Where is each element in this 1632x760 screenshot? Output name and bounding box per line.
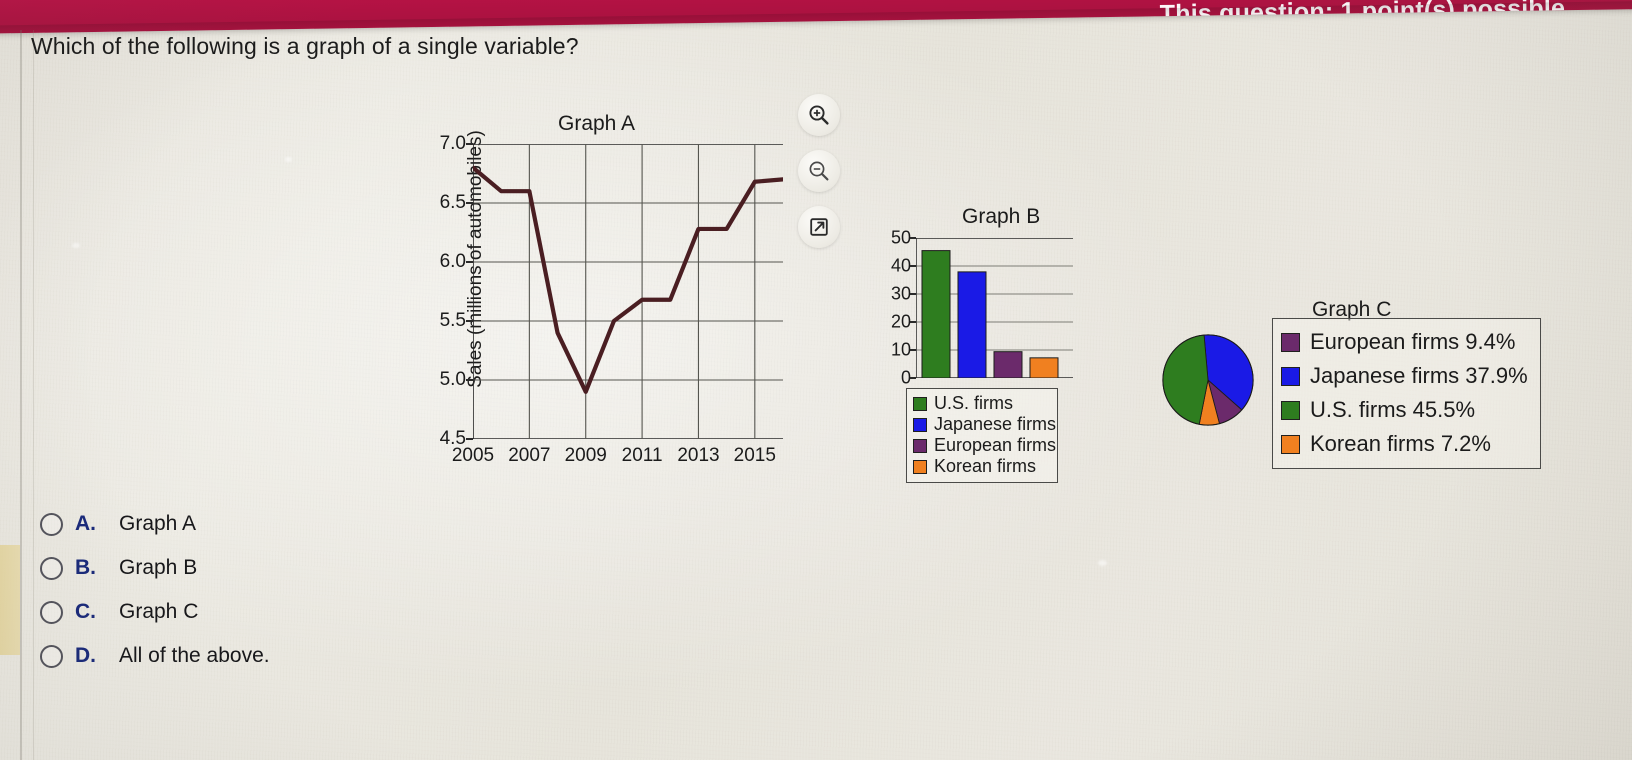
graph-a-x-tick: 2011: [621, 445, 663, 466]
answer-option-b[interactable]: B. Graph B: [40, 546, 270, 590]
graph-a: Graph A Sales (millions of automobiles) …: [410, 108, 800, 473]
graph-c-legend-item: U.S. firms 45.5%: [1281, 393, 1528, 427]
legend-color-swatch: [913, 438, 927, 453]
graph-b-y-tickmark: [910, 377, 916, 379]
legend-color-swatch: [1281, 400, 1300, 420]
graph-b-y-tick: 40: [890, 255, 911, 276]
answer-option-a[interactable]: A. Graph A: [40, 502, 270, 546]
answer-options: A. Graph A B. Graph B C. Graph C D. All of the …: [40, 502, 270, 678]
graph-b-svg: [915, 237, 1073, 379]
legend-label: European firms 9.4%: [1310, 329, 1516, 354]
graph-a-x-tick: 2005: [451, 445, 495, 466]
graph-a-y-tick: 7.0: [439, 133, 466, 154]
page-edge-tab: [0, 545, 20, 655]
legend-color-swatch: [1281, 366, 1300, 386]
zoom-in-icon: [809, 105, 829, 125]
graph-c-legend: European firms 9.4% Japanese firms 37.9% U…: [1272, 318, 1541, 469]
graph-a-y-tick: 6.0: [439, 251, 466, 272]
legend-label: European firms: [934, 435, 1057, 455]
graph-a-x-tick: 2015: [733, 445, 776, 466]
graph-a-y-tickmark: [466, 379, 473, 381]
option-letter: A.: [75, 512, 96, 535]
graph-c-pie-svg: [1162, 334, 1254, 426]
graph-a-x-tick: 2009: [564, 445, 607, 466]
graph-c-pie: [1160, 332, 1256, 428]
legend-color-swatch: [1281, 434, 1300, 454]
graph-a-svg: [470, 143, 786, 440]
zoom-in-button[interactable]: [798, 94, 840, 136]
graph-c-legend-item: European firms 9.4%: [1281, 325, 1528, 359]
graph-b-y-tickmark: [910, 321, 916, 323]
graph-a-y-tickmark: [466, 438, 473, 440]
photo-smudge: [1098, 560, 1107, 566]
legend-label: U.S. firms 45.5%: [1310, 397, 1476, 422]
answer-option-d[interactable]: D. All of the above.: [40, 634, 270, 678]
option-label: Graph C: [119, 600, 199, 623]
graph-b-y-tickmark: [910, 265, 916, 267]
legend-label: Korean firms: [934, 456, 1037, 476]
graph-b-legend: U.S. firms Japanese firms European firms Ko…: [906, 388, 1058, 483]
legend-color-swatch: [913, 459, 927, 474]
graph-c: Graph C European firms 9.4% Japanese firm…: [1150, 290, 1550, 480]
page-gutter-line: [20, 30, 22, 760]
question-text: Which of the following is a graph of a s…: [31, 33, 579, 59]
option-letter: D.: [75, 644, 96, 667]
graph-b-y-tick: 10: [890, 339, 911, 360]
graph-b-y-tick: 50: [890, 227, 911, 248]
photo-smudge: [285, 157, 292, 162]
graph-b-y-tickmark: [910, 293, 916, 295]
graph-c-legend-item: Korean firms 7.2%: [1281, 427, 1528, 461]
graph-a-y-tickmark: [466, 320, 473, 322]
legend-color-swatch: [913, 417, 927, 432]
graph-a-x-tick: 2007: [508, 445, 551, 466]
graph-b-legend-item: Japanese firms: [913, 414, 1056, 435]
graph-a-y-tick: 6.5: [439, 192, 466, 213]
graph-toolbar: [798, 94, 842, 262]
graph-b-title: Graph B: [962, 205, 1041, 228]
graph-a-title: Graph A: [558, 112, 636, 135]
graph-b-y-tick: 30: [890, 283, 911, 304]
graph-a-plot-area: 4.5 5.0 5.5 6.0 6.5 7.0 2005 2007 2009 2011 2013 20…: [440, 133, 786, 466]
graph-a-y-tickmark: [466, 261, 473, 263]
radio-button[interactable]: [40, 556, 63, 580]
graph-b-legend-item: U.S. firms: [913, 393, 1049, 414]
zoom-out-button[interactable]: [798, 150, 840, 192]
graph-b-y-tickmark: [910, 237, 916, 239]
question-header-band: This question: 1 point(s) possible: [0, 0, 1632, 34]
graph-a-y-tickmark: [466, 202, 473, 204]
legend-label: U.S. firms: [934, 393, 1013, 413]
graph-b-legend-item: European firms: [913, 435, 1056, 456]
legend-color-swatch: [1281, 332, 1300, 352]
answer-option-c[interactable]: C. Graph C: [40, 590, 270, 634]
option-letter: B.: [75, 556, 96, 579]
graph-c-legend-item: Japanese firms 37.9%: [1281, 359, 1528, 393]
radio-button[interactable]: [40, 512, 63, 536]
page-background: This question: 1 point(s) possible Which…: [0, 0, 1632, 760]
legend-label: Korean firms 7.2%: [1310, 431, 1491, 456]
graph-a-x-tick: 2013: [677, 445, 720, 466]
radio-button[interactable]: [40, 644, 63, 668]
graph-a-y-tick: 5.0: [439, 369, 466, 390]
page-gutter-line-secondary: [33, 30, 34, 760]
graph-b: Graph B 0 10 20 30 40 50 U.S. firms Japanese f…: [880, 200, 1090, 483]
external-link-icon: [810, 218, 828, 236]
graph-b-plot-area: 0 10 20 30 40 50: [891, 228, 1073, 388]
graph-b-y-tickmark: [910, 349, 916, 351]
legend-label: Japanese firms: [934, 414, 1057, 434]
option-label: Graph A: [119, 512, 197, 535]
option-letter: C.: [75, 600, 96, 623]
popout-button[interactable]: [798, 206, 840, 248]
graph-a-y-tick: 5.5: [439, 310, 466, 331]
graph-a-y-tickmark: [466, 143, 473, 145]
option-label: Graph B: [119, 556, 198, 579]
points-possible-text: This question: 1 point(s) possible: [1159, 0, 1566, 29]
zoom-out-icon: [809, 161, 829, 181]
legend-color-swatch: [913, 396, 927, 411]
graph-b-y-tick: 20: [890, 311, 911, 332]
radio-button[interactable]: [40, 600, 63, 624]
legend-label: Japanese firms 37.9%: [1310, 363, 1528, 388]
option-label: All of the above.: [119, 644, 270, 667]
photo-smudge: [72, 243, 80, 248]
graph-b-legend-item: Korean firms: [913, 456, 1049, 477]
